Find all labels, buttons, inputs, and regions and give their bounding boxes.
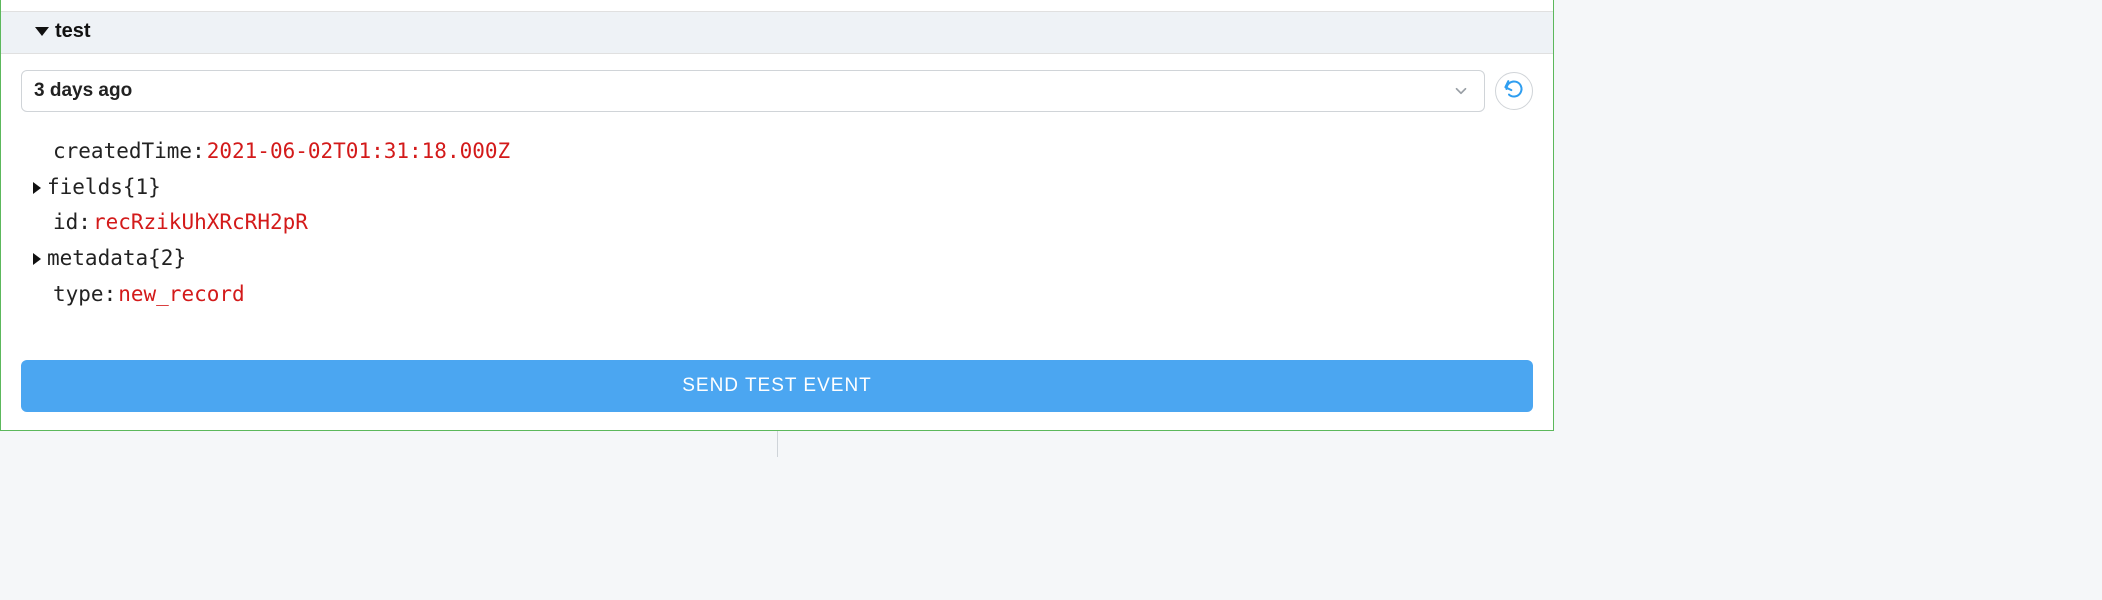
- json-key: fields: [47, 170, 123, 206]
- json-row-fields[interactable]: fields {1}: [31, 170, 1533, 206]
- json-row-id: id: recRzikUhXRcRH2pR: [31, 205, 1533, 241]
- panel-header[interactable]: test: [1, 12, 1553, 54]
- caret-right-icon: [33, 182, 41, 194]
- json-row-metadata[interactable]: metadata {2}: [31, 241, 1533, 277]
- json-row-createdTime: createdTime: 2021-06-02T01:31:18.000Z: [31, 134, 1533, 170]
- json-viewer: createdTime: 2021-06-02T01:31:18.000Zfie…: [21, 120, 1533, 340]
- selected-event-label: 3 days ago: [34, 80, 132, 102]
- json-value: 2021-06-02T01:31:18.000Z: [207, 134, 510, 170]
- colon: :: [104, 277, 117, 313]
- colon: :: [78, 205, 91, 241]
- bottom-area: [0, 431, 2102, 457]
- caret-right-icon: [33, 253, 41, 265]
- json-key: type: [53, 277, 104, 313]
- object-count: {2}: [148, 241, 186, 277]
- chevron-down-icon: [1452, 82, 1470, 100]
- json-value: new_record: [118, 277, 244, 313]
- send-button-label: SEND TEST EVENT: [682, 375, 872, 396]
- vertical-divider: [777, 431, 778, 457]
- json-key: id: [53, 205, 78, 241]
- colon: :: [192, 134, 205, 170]
- controls-row: 3 days ago: [21, 60, 1533, 120]
- json-key: createdTime: [53, 134, 192, 170]
- refresh-icon: [1504, 79, 1524, 104]
- json-value: recRzikUhXRcRH2pR: [93, 205, 308, 241]
- json-key: metadata: [47, 241, 148, 277]
- event-time-selector[interactable]: 3 days ago: [21, 70, 1485, 112]
- caret-down-icon: [35, 27, 49, 36]
- refresh-button[interactable]: [1495, 72, 1533, 110]
- event-test-panel: test 3 days ago createdTime: 2021-06-02T…: [0, 0, 1554, 431]
- send-test-event-button[interactable]: SEND TEST EVENT: [21, 360, 1533, 412]
- panel-title: test: [55, 20, 91, 43]
- json-row-type: type: new_record: [31, 277, 1533, 313]
- object-count: {1}: [123, 170, 161, 206]
- panel-top-spacer: [1, 0, 1553, 12]
